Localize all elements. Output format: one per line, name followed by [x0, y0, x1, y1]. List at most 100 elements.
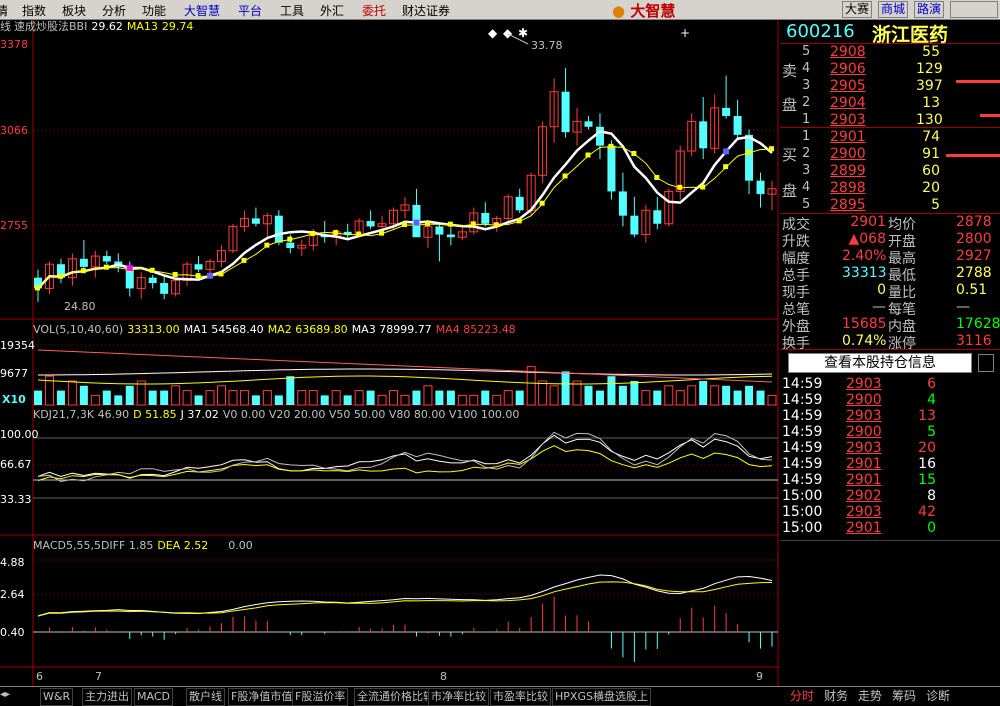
mall-button[interactable]: 商城: [878, 1, 909, 18]
menu-item-forex[interactable]: 外汇: [320, 2, 344, 19]
bid-volume: 74: [922, 129, 940, 145]
indicator-tab[interactable]: 全流通价格比较: [354, 688, 437, 706]
right-tab[interactable]: 财务: [824, 688, 848, 706]
menu-item-broker[interactable]: 财达证券: [402, 2, 450, 19]
volume-bar: [561, 371, 570, 405]
tick-price[interactable]: 2903: [846, 376, 882, 392]
volume-bar: [239, 390, 249, 406]
right-tab[interactable]: 筹码: [892, 688, 916, 706]
tick-price[interactable]: 2901: [846, 520, 882, 536]
tick-price[interactable]: 2901: [846, 456, 882, 472]
menu-item-platform[interactable]: 平台: [238, 2, 262, 19]
holdings-button[interactable]: 查看本股持仓信息: [788, 353, 972, 373]
menu-item-index[interactable]: 指数: [22, 2, 46, 19]
ask-level: 3: [802, 78, 811, 93]
ask-price[interactable]: 2906: [830, 61, 866, 77]
indicator-tab[interactable]: MACD: [134, 688, 173, 706]
menu-item-function[interactable]: 功能: [142, 2, 166, 19]
volume-bar: [343, 395, 352, 405]
holdings-scroll[interactable]: [978, 354, 994, 372]
candle-body: [286, 242, 295, 249]
indicator-tab[interactable]: 散户线: [186, 688, 225, 706]
menu-item-sector[interactable]: 板块: [62, 2, 86, 19]
bid-level: 4: [802, 180, 811, 195]
volume-bar: [331, 390, 341, 406]
tick-volume: 13: [918, 408, 936, 424]
ask-price[interactable]: 2908: [830, 44, 866, 60]
indicator-tab[interactable]: HPXGS横盘选股上: [552, 688, 651, 706]
depth-bar: [980, 114, 1000, 117]
kline-chart[interactable]: ◆ ◆ ✱ + 线速成炒股法BBI 29.62 MA13 29.74 3378 3066 2…: [0, 20, 780, 686]
indicator-tab[interactable]: F股溢价率: [292, 688, 349, 706]
ask-price[interactable]: 2905: [830, 78, 866, 94]
depth-bar: [956, 80, 1000, 83]
indicator-tab[interactable]: W&R: [40, 688, 74, 706]
tick-volume: 0: [927, 520, 936, 536]
tick-price[interactable]: 2900: [846, 392, 882, 408]
app-logo: ● 大智慧: [612, 2, 676, 20]
date-label-8: 8: [440, 670, 447, 683]
right-tab[interactable]: 诊断: [926, 688, 950, 706]
ma-marker: [356, 231, 362, 237]
stat-value: 0.74%: [842, 333, 887, 349]
volume-bar: [217, 385, 226, 406]
volume-bar: [262, 390, 272, 406]
ask-volume: 55: [922, 44, 940, 60]
kdj-axis-66: 66.67: [0, 458, 32, 471]
ma-marker: [195, 273, 201, 279]
ma-marker: [424, 221, 430, 227]
candle-body: [515, 196, 524, 211]
ask-price[interactable]: 2904: [830, 95, 866, 111]
indicator-tab[interactable]: 市盈率比较: [490, 688, 551, 706]
bid-price[interactable]: 2901: [830, 129, 866, 145]
candle-body: [584, 121, 593, 127]
tick-price[interactable]: 2903: [846, 440, 882, 456]
bid-price[interactable]: 2900: [830, 146, 866, 162]
tick-price[interactable]: 2901: [846, 472, 882, 488]
ma-marker: [310, 230, 316, 236]
tick-time: 14:59: [782, 472, 823, 488]
right-tab[interactable]: 走势: [858, 688, 882, 706]
indicator-tab[interactable]: 主力进出: [82, 688, 132, 706]
tick-price[interactable]: 2903: [846, 504, 882, 520]
roadshow-button[interactable]: 路演: [914, 1, 945, 18]
ask-price[interactable]: 2903: [830, 112, 866, 128]
tick-volume: 4: [927, 392, 936, 408]
volume-bar: [710, 385, 720, 406]
volume-bar: [182, 390, 192, 406]
signal-marker: [126, 265, 133, 272]
menu-item-dzh[interactable]: 大智慧: [184, 2, 220, 19]
menu-item-0[interactable]: 情: [0, 2, 8, 19]
contest-button[interactable]: 大赛: [842, 1, 873, 18]
bid-price[interactable]: 2899: [830, 163, 866, 179]
ma-marker: [80, 268, 86, 274]
date-label-9: 9: [756, 670, 763, 683]
tick-price[interactable]: 2903: [846, 408, 882, 424]
bid-level: 1: [802, 129, 811, 144]
bid-price[interactable]: 2895: [830, 197, 866, 213]
menu-item-tools[interactable]: 工具: [280, 2, 304, 19]
menu-extra[interactable]: [950, 1, 998, 18]
menu-item-analysis[interactable]: 分析: [102, 2, 126, 19]
candle-body: [366, 221, 375, 227]
stat-value-2: 0.51: [956, 282, 988, 298]
right-tab[interactable]: 分时: [790, 688, 814, 706]
ma-marker: [57, 273, 63, 279]
tick-price[interactable]: 2902: [846, 488, 882, 504]
stat-label: 换手: [782, 336, 810, 352]
candle-body: [561, 91, 570, 133]
bid-price[interactable]: 2898: [830, 180, 866, 196]
volume-bar: [618, 385, 627, 405]
tick-price[interactable]: 2900: [846, 424, 882, 440]
volume-bar: [297, 390, 307, 406]
tick-time: 14:59: [782, 408, 823, 424]
volume-bar: [274, 395, 283, 405]
tab-nav-left[interactable]: ◂▸: [0, 689, 32, 705]
volume-bar: [767, 394, 777, 406]
ma-marker: [493, 222, 499, 228]
menu-item-entrust[interactable]: 委托: [362, 2, 386, 19]
indicator-tab[interactable]: F股净值市值: [228, 688, 296, 706]
ma-marker: [287, 236, 293, 242]
indicator-tab[interactable]: 市净率比较: [428, 688, 489, 706]
volume-bar: [114, 395, 123, 405]
